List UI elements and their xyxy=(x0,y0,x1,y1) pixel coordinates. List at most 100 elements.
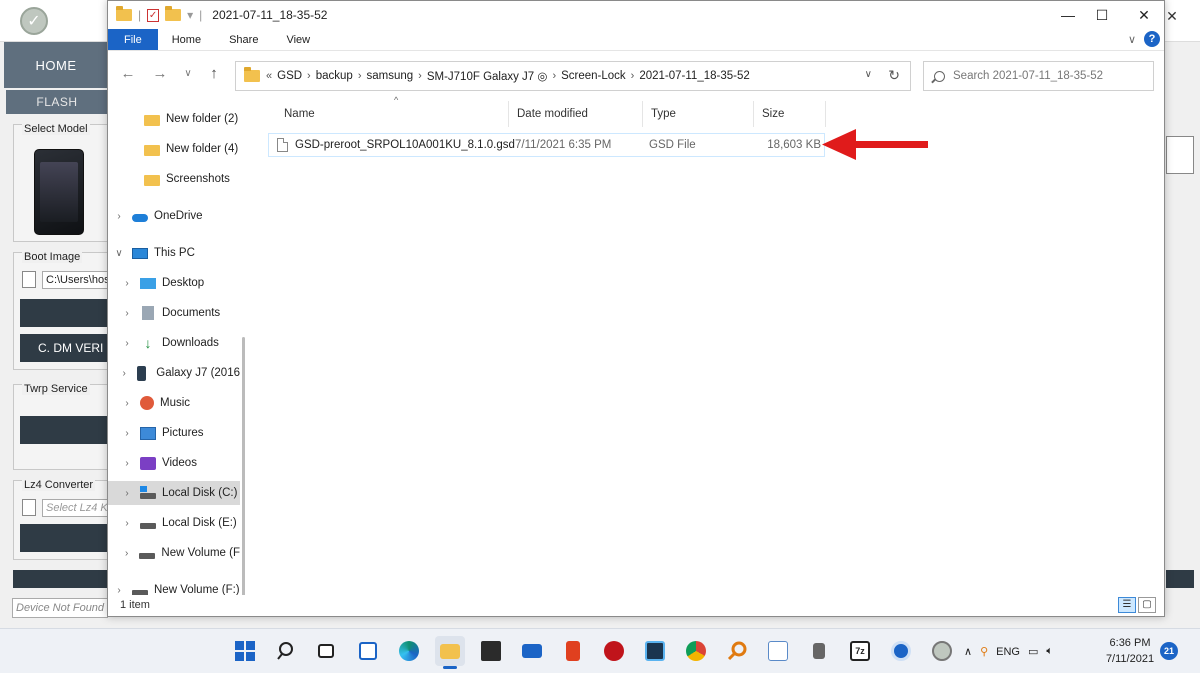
maximize-button[interactable]: ☐ xyxy=(1082,3,1122,27)
expand-chevron-icon[interactable]: › xyxy=(120,518,134,529)
7zip-button[interactable]: 7z xyxy=(845,636,875,666)
breadcrumb-screen-lock[interactable]: Screen-Lock xyxy=(556,70,631,82)
task-view-button[interactable] xyxy=(311,636,341,666)
search-input[interactable]: Search 2021-07-11_18-35-52 xyxy=(923,61,1154,91)
lz4-file-input[interactable]: Select Lz4 Ke xyxy=(42,499,108,517)
refresh-icon[interactable]: ↻ xyxy=(888,67,900,84)
column-header-type[interactable]: Type xyxy=(643,101,754,127)
breadcrumb-backup[interactable]: backup xyxy=(311,70,358,82)
widgets-button[interactable] xyxy=(353,636,383,666)
tree-item-local-disk-c[interactable]: › Local Disk (C:) xyxy=(108,481,240,505)
expand-ribbon-chevron-icon[interactable]: ∨ xyxy=(1128,33,1136,46)
image-viewer-button[interactable] xyxy=(763,636,793,666)
tree-item-desktop[interactable]: › Desktop xyxy=(108,271,240,295)
store-button[interactable] xyxy=(476,636,506,666)
tree-item-videos[interactable]: › Videos xyxy=(108,451,240,475)
table-row[interactable]: GSD-preroot_SRPOL10A001KU_8.1.0.gsd 7/11… xyxy=(268,133,825,157)
tree-item-onedrive[interactable]: › OneDrive xyxy=(108,204,240,228)
details-view-icon[interactable]: ☰ xyxy=(1118,597,1136,613)
expand-chevron-icon[interactable]: › xyxy=(120,488,134,499)
language-indicator[interactable]: ENG xyxy=(996,646,1020,658)
column-header-size[interactable]: Size xyxy=(754,101,826,127)
security-app-button[interactable] xyxy=(640,636,670,666)
file-explorer-taskbar-button[interactable] xyxy=(435,636,465,669)
home-tab[interactable]: HOME xyxy=(4,42,108,88)
search-app-button[interactable] xyxy=(722,636,752,666)
tree-item-new-volume-f[interactable]: › New Volume (F xyxy=(108,541,240,565)
large-icons-view-icon[interactable]: ▢ xyxy=(1138,597,1156,613)
flash-tab[interactable]: FLASH xyxy=(6,90,108,114)
boot-action-button[interactable] xyxy=(20,299,108,327)
tree-item-new-folder-4[interactable]: New folder (4) xyxy=(108,137,240,161)
boot-image-path-input[interactable]: C:\Users\hos xyxy=(42,271,108,289)
background-close-icon[interactable]: ✕ xyxy=(1162,8,1182,28)
file-browse-icon[interactable] xyxy=(22,271,36,288)
collapse-chevron-icon[interactable]: ∨ xyxy=(112,248,126,259)
help-icon[interactable]: ? xyxy=(1144,31,1160,47)
column-header-date[interactable]: Date modified xyxy=(509,101,643,127)
tab-home[interactable]: Home xyxy=(158,29,215,50)
expand-chevron-icon[interactable]: › xyxy=(120,368,128,379)
expand-chevron-icon[interactable]: › xyxy=(120,548,133,559)
up-arrow-icon[interactable]: ↑ xyxy=(204,65,224,82)
lz4-browse-icon[interactable] xyxy=(22,499,36,516)
tree-item-local-disk-e[interactable]: › Local Disk (E:) xyxy=(108,511,240,535)
search-taskbar-button[interactable] xyxy=(272,636,302,666)
settings-button[interactable] xyxy=(886,636,916,666)
right-panel-bar xyxy=(1166,570,1194,588)
breadcrumb-gsd[interactable]: GSD xyxy=(272,70,307,82)
tree-item-new-folder-2[interactable]: New folder (2) xyxy=(108,107,240,131)
breadcrumb-samsung[interactable]: samsung xyxy=(361,70,418,82)
tray-app-icon[interactable]: ⚲ xyxy=(980,645,988,658)
show-hidden-icons-chevron-icon[interactable]: ∧ xyxy=(964,645,972,658)
tab-share[interactable]: Share xyxy=(215,29,272,50)
dm-verity-button[interactable]: C. DM VERI xyxy=(20,334,108,362)
address-dropdown-chevron-icon[interactable]: ∨ xyxy=(865,69,872,80)
column-header-name[interactable]: Name ^ xyxy=(276,95,509,127)
breadcrumb-model[interactable]: SM-J710F Galaxy J7 ◎ xyxy=(422,69,553,83)
tree-item-downloads[interactable]: › ↓ Downloads xyxy=(108,331,240,355)
forward-arrow-icon[interactable]: → xyxy=(150,65,170,82)
tool-app-button[interactable] xyxy=(804,636,834,666)
expand-chevron-icon[interactable]: › xyxy=(120,308,134,319)
back-arrow-icon[interactable]: ← xyxy=(118,65,138,82)
chrome-button[interactable] xyxy=(681,636,711,666)
app-red-button[interactable] xyxy=(599,636,629,666)
start-button[interactable] xyxy=(230,636,260,666)
clock[interactable]: 6:36 PM 7/11/2021 xyxy=(1100,635,1160,667)
volume-icon[interactable]: 🔈︎ xyxy=(1046,645,1053,658)
breadcrumb-current-folder[interactable]: 2021-07-11_18-35-52 xyxy=(634,70,754,82)
twrp-action-button[interactable] xyxy=(20,416,108,444)
expand-chevron-icon[interactable]: › xyxy=(120,428,134,439)
expand-chevron-icon[interactable]: › xyxy=(120,458,134,469)
expand-chevron-icon[interactable]: › xyxy=(112,211,126,222)
tree-item-new-volume-f-root[interactable]: › New Volume (F:) xyxy=(108,578,240,595)
tree-item-music[interactable]: › Music xyxy=(108,391,240,415)
tab-file[interactable]: File xyxy=(108,29,158,50)
properties-check-icon[interactable]: ✓ xyxy=(147,8,160,22)
tree-item-pictures[interactable]: › Pictures xyxy=(108,421,240,445)
phone-icon xyxy=(137,365,147,381)
notification-badge[interactable]: 21 xyxy=(1160,642,1178,660)
tree-item-galaxy-j7[interactable]: › Galaxy J7 (2016 xyxy=(108,361,240,385)
customize-dropdown-icon[interactable]: ▾ xyxy=(187,8,193,22)
tree-item-this-pc[interactable]: ∨ This PC xyxy=(108,241,240,265)
expand-chevron-icon[interactable]: › xyxy=(112,585,126,596)
tree-item-screenshots[interactable]: Screenshots xyxy=(108,167,240,191)
lz4-action-button[interactable] xyxy=(20,524,108,552)
close-button[interactable]: ✕ xyxy=(1124,3,1164,27)
expand-chevron-icon[interactable]: › xyxy=(120,398,134,409)
navigation-pane-scrollbar[interactable] xyxy=(242,337,245,595)
expand-chevron-icon[interactable]: › xyxy=(120,278,134,289)
network-icon[interactable]: ▭ xyxy=(1028,645,1038,658)
gsd-tool-taskbar-button[interactable] xyxy=(927,636,957,666)
recent-locations-chevron-icon[interactable]: ∨ xyxy=(178,68,198,79)
new-folder-icon[interactable] xyxy=(165,6,182,21)
expand-chevron-icon[interactable]: › xyxy=(120,338,134,349)
edge-button[interactable] xyxy=(394,636,424,666)
tree-item-documents[interactable]: › Documents xyxy=(108,301,240,325)
office-button[interactable] xyxy=(558,636,588,666)
tab-view[interactable]: View xyxy=(272,29,324,50)
address-bar[interactable]: « GSD › backup › samsung › SM-J710F Gala… xyxy=(235,61,911,91)
mail-button[interactable] xyxy=(517,636,547,666)
